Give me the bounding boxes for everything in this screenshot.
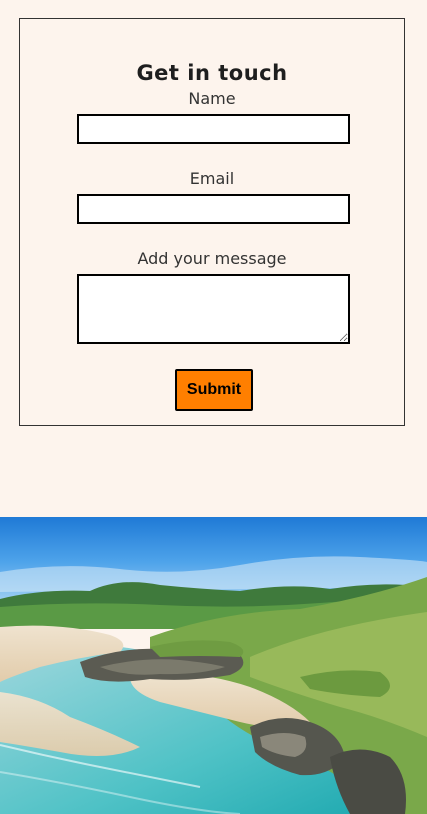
name-input[interactable] [77,114,350,144]
submit-button[interactable]: Submit [175,369,253,411]
message-textarea[interactable] [77,274,350,344]
message-label: Add your message [137,249,287,268]
email-label: Email [189,169,235,188]
hero-image [0,517,427,814]
name-label: Name [188,89,236,108]
contact-form: Get in touch Name Email Add your message… [19,18,405,426]
form-title: Get in touch [136,61,288,85]
email-input[interactable] [77,194,350,224]
